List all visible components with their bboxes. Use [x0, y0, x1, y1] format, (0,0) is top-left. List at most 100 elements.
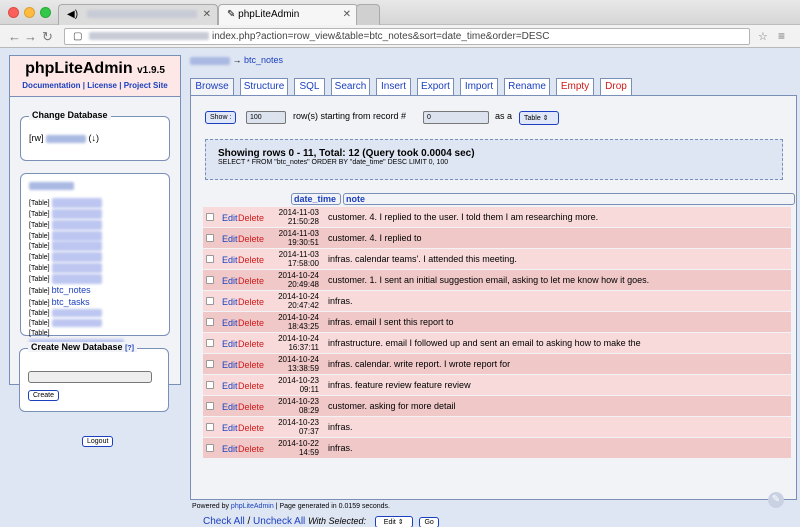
new-tab-button[interactable] — [356, 4, 380, 25]
tab-search[interactable]: Search — [331, 78, 370, 95]
row-checkbox[interactable] — [206, 213, 214, 221]
reload-icon[interactable]: ↻ — [42, 29, 53, 45]
row-checkbox[interactable] — [206, 234, 214, 242]
breadcrumb-table-link[interactable]: btc_notes — [244, 55, 283, 65]
browser-tab-2[interactable]: ✎ phpLiteAdmin ✕ — [218, 4, 358, 25]
edit-row-link[interactable]: Edit — [222, 318, 238, 328]
logout-button[interactable]: Logout — [82, 436, 114, 447]
table-item-btc-notes[interactable]: [Table] btc_notes — [29, 285, 163, 297]
start-record-input[interactable]: 0 — [423, 111, 489, 124]
table-list-item[interactable]: [Table] — [29, 198, 163, 209]
edit-row-link[interactable]: Edit — [222, 423, 238, 433]
row-checkbox[interactable] — [206, 297, 214, 305]
phpliteadmin-link[interactable]: phpLiteAdmin — [231, 503, 274, 510]
delete-row-link[interactable]: Delete — [238, 360, 264, 370]
tab-import[interactable]: Import — [460, 78, 498, 95]
row-checkbox[interactable] — [206, 339, 214, 347]
note-column-header[interactable]: note — [343, 193, 795, 205]
table-list-item[interactable]: [Table] — [29, 273, 163, 285]
table-list-item[interactable]: [Table] — [29, 329, 163, 339]
tab-rename[interactable]: Rename — [504, 78, 550, 95]
check-all-link[interactable]: Check All — [203, 516, 245, 527]
table-row: Edit Delete 2014-11-03 17:58:00 infras. cale… — [203, 249, 791, 270]
bulk-action-select[interactable]: Edit ⇕ — [374, 516, 413, 527]
row-checkbox[interactable] — [206, 276, 214, 284]
table-list-item[interactable]: [Table] — [29, 263, 163, 274]
edit-row-link[interactable]: Edit — [222, 381, 238, 391]
row-checkbox[interactable] — [206, 318, 214, 326]
row-checkbox[interactable] — [206, 402, 214, 410]
documentation-link[interactable]: Documentation — [22, 81, 80, 90]
date-time-column-header[interactable]: date_time ↓ — [291, 193, 341, 214]
delete-row-link[interactable]: Delete — [238, 339, 264, 349]
tab-sql[interactable]: SQL — [294, 78, 325, 95]
edit-row-link[interactable]: Edit — [222, 339, 238, 349]
row-checkbox[interactable] — [206, 360, 214, 368]
delete-row-link[interactable]: Delete — [238, 213, 264, 223]
table-list-item[interactable]: [Table] — [29, 308, 163, 319]
edit-row-link[interactable]: Edit — [222, 255, 238, 265]
tab-empty[interactable]: Empty — [556, 78, 594, 95]
table-list-item[interactable]: [Table] — [29, 252, 163, 263]
project-site-link[interactable]: Project Site — [124, 81, 168, 90]
blurred-db-link[interactable] — [190, 56, 230, 65]
tab-structure[interactable]: Structure — [240, 78, 288, 95]
tab-drop[interactable]: Drop — [600, 78, 632, 95]
star-icon[interactable]: ☆ — [758, 30, 768, 43]
delete-row-link[interactable]: Delete — [238, 255, 264, 265]
delete-row-link[interactable]: Delete — [238, 318, 264, 328]
go-button[interactable]: Go — [419, 517, 439, 527]
close-tab-icon[interactable]: ✕ — [203, 9, 211, 20]
row-checkbox[interactable] — [206, 255, 214, 263]
view-type-select[interactable]: Table ⇕ — [519, 111, 559, 125]
tab-insert[interactable]: Insert — [376, 78, 411, 95]
note-cell: infras. email I sent this report to — [328, 317, 454, 327]
zoom-window-button[interactable] — [40, 7, 51, 18]
delete-row-link[interactable]: Delete — [238, 381, 264, 391]
address-bar[interactable]: ▢ index.php?action=row_view&table=btc_no… — [64, 28, 750, 45]
row-checkbox[interactable] — [206, 381, 214, 389]
new-database-input[interactable] — [28, 371, 152, 383]
date-time-cell: 2014-10-23 09:11 — [278, 376, 319, 394]
delete-row-link[interactable]: Delete — [238, 276, 264, 286]
table-list-item[interactable]: [Table] — [29, 318, 163, 329]
show-button[interactable]: Show : — [205, 111, 237, 124]
edit-row-link[interactable]: Edit — [222, 360, 238, 370]
edit-row-link[interactable]: Edit — [222, 444, 238, 454]
table-list-item[interactable]: [Table] — [29, 230, 163, 242]
row-checkbox[interactable] — [206, 444, 214, 452]
browser-tab-1[interactable]: ◀) ✕ — [58, 4, 218, 25]
edit-row-link[interactable]: Edit — [222, 297, 238, 307]
forward-arrow-icon[interactable]: → — [24, 29, 37, 44]
table-list-item[interactable]: [Table] — [29, 208, 163, 220]
help-link[interactable]: [?] — [125, 345, 134, 352]
back-arrow-icon[interactable]: ← — [8, 29, 21, 44]
delete-row-link[interactable]: Delete — [238, 423, 264, 433]
delete-row-link[interactable]: Delete — [238, 402, 264, 412]
create-button[interactable]: Create — [28, 390, 60, 401]
table-list-item[interactable]: [Table] — [29, 219, 163, 231]
tab-browse[interactable]: Browse — [190, 78, 234, 96]
delete-row-link[interactable]: Delete — [238, 297, 264, 307]
table-list-item[interactable]: [Table] — [29, 241, 163, 252]
minimize-window-button[interactable] — [24, 7, 35, 18]
page-hint-icon[interactable]: ✎ — [768, 492, 784, 508]
edit-row-link[interactable]: Edit — [222, 213, 238, 223]
delete-row-link[interactable]: Delete — [238, 444, 264, 454]
row-count-input[interactable]: 100 — [246, 111, 286, 124]
uncheck-all-link[interactable]: Uncheck All — [253, 516, 305, 527]
edit-row-link[interactable]: Edit — [222, 234, 238, 244]
row-checkbox[interactable] — [206, 423, 214, 431]
tab-export[interactable]: Export — [417, 78, 454, 95]
close-tab-icon[interactable]: ✕ — [343, 9, 351, 20]
edit-row-link[interactable]: Edit — [222, 402, 238, 412]
table-item-btc-tasks[interactable]: [Table] btc_tasks — [29, 297, 163, 309]
menu-icon[interactable]: ≡ — [778, 29, 785, 43]
footer: Powered by phpLiteAdmin | Page generated… — [192, 503, 390, 510]
delete-row-link[interactable]: Delete — [238, 234, 264, 244]
blurred-db-name[interactable] — [46, 134, 87, 143]
date-time-cell: 2014-11-03 19:30:51 — [278, 229, 319, 247]
edit-row-link[interactable]: Edit — [222, 276, 238, 286]
close-window-button[interactable] — [8, 7, 19, 18]
license-link[interactable]: License — [87, 81, 117, 90]
